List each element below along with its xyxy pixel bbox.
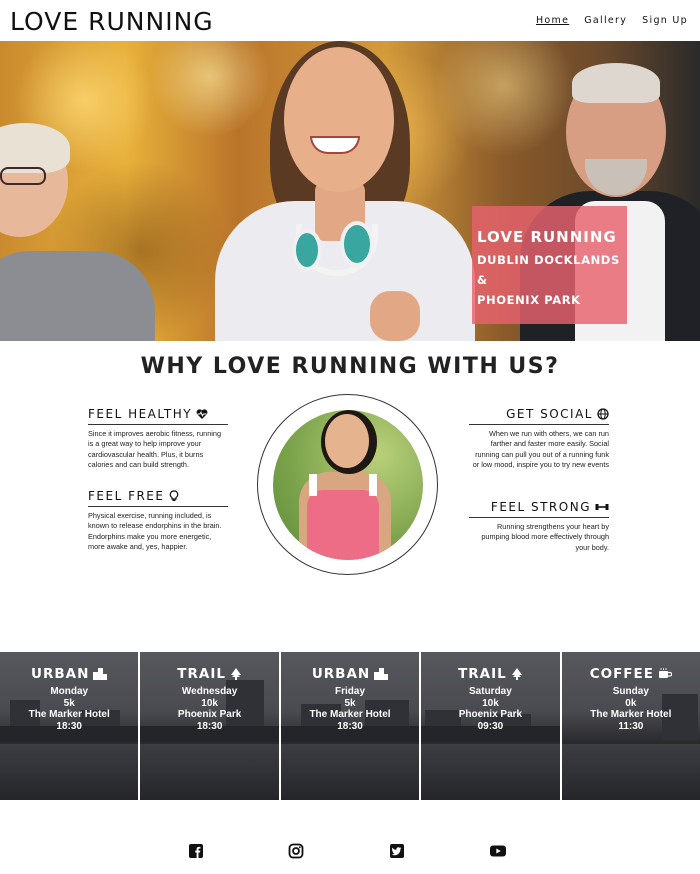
run-time: 11:30 — [618, 720, 644, 732]
facebook-icon[interactable] — [187, 842, 205, 860]
feature-text: Since it improves aerobic fitness, runni… — [88, 429, 222, 470]
nav-home-link[interactable]: Home — [536, 15, 569, 26]
headphone-cup-left — [292, 229, 322, 271]
tree-icon — [230, 668, 241, 680]
run-type: TRAIL — [140, 666, 278, 682]
run-distance: 0k — [625, 697, 637, 709]
site-header: LOVE RUNNING Home Gallery Sign Up — [0, 0, 700, 41]
run-distance: 5k — [344, 697, 356, 709]
site-logo[interactable]: LOVE RUNNING — [10, 7, 214, 36]
run-type: TRAIL — [421, 666, 559, 682]
lightbulb-icon — [170, 490, 179, 501]
schedule-card-sunday[interactable]: COFFEE Sunday 0k The Marker Hotel 11:30 — [561, 652, 700, 800]
run-location: The Marker Hotel — [590, 709, 672, 720]
run-day: Wednesday — [181, 686, 238, 697]
run-distance: 10k — [482, 697, 499, 709]
schedule-card-text: TRAIL Saturday 10k Phoenix Park 09:30 — [421, 666, 559, 732]
city-icon — [374, 668, 389, 680]
run-day: Friday — [335, 686, 366, 697]
feature-title-text: FEEL HEALTHY — [88, 407, 193, 421]
run-distance: 5k — [63, 697, 75, 709]
feature-feel-strong: FEEL STRONG Running strengthens your hea… — [469, 500, 609, 553]
run-type: URBAN — [0, 666, 138, 682]
hero-runner-left-glasses — [0, 167, 46, 185]
run-time: 09:30 — [477, 720, 504, 732]
runner-photo-top — [307, 490, 379, 560]
hero-badge-line2: PHOENIX PARK — [477, 293, 581, 307]
youtube-icon[interactable] — [489, 842, 507, 860]
tree-icon — [511, 668, 522, 680]
hero-badge-subtitle: DUBLIN DOCKLANDS & PHOENIX PARK — [477, 250, 621, 310]
run-day: Sunday — [612, 686, 649, 697]
runner-photo — [273, 410, 423, 560]
main-nav: Home Gallery Sign Up — [536, 15, 688, 26]
run-type-label: URBAN — [31, 666, 90, 682]
hero-runner-left — [0, 251, 155, 341]
schedule-card-text: URBAN Monday 5k The Marker Hotel 18:30 — [0, 666, 138, 732]
run-time: 18:30 — [196, 720, 223, 732]
run-type-label: URBAN — [311, 666, 371, 682]
runner-photo-face — [325, 414, 369, 468]
heartbeat-icon — [196, 409, 208, 419]
hero-image: LOVE RUNNING DUBLIN DOCKLANDS & PHOENIX … — [0, 41, 700, 341]
feature-title: GET SOCIAL — [469, 407, 609, 425]
run-location: Phoenix Park — [177, 709, 242, 720]
run-day: Monday — [50, 686, 89, 697]
nav-signup-link[interactable]: Sign Up — [642, 15, 688, 26]
feature-title: FEEL STRONG — [469, 500, 609, 518]
headphone-cup-right — [340, 221, 374, 267]
run-location: The Marker Hotel — [28, 709, 110, 720]
runner-photo-strap — [309, 474, 317, 496]
hero-runner-center-hand — [370, 291, 420, 341]
run-location: Phoenix Park — [458, 709, 523, 720]
hero-badge-title: LOVE RUNNING — [477, 228, 617, 246]
run-day: Saturday — [469, 686, 512, 697]
feature-get-social: GET SOCIAL When we run with others, we c… — [469, 407, 609, 471]
schedule-card-friday[interactable]: URBAN Friday 5k The Marker Hotel 18:30 — [280, 652, 420, 800]
schedule-card-wednesday[interactable]: TRAIL Wednesday 10k Phoenix Park 18:30 — [140, 652, 279, 800]
run-time: 18:30 — [56, 720, 82, 732]
feature-text: When we run with others, we can run fart… — [472, 429, 609, 470]
feature-title-text: FEEL FREE — [88, 489, 165, 503]
feature-title: FEEL HEALTHY — [88, 407, 228, 425]
feature-feel-healthy: FEEL HEALTHY Since it improves aerobic f… — [88, 407, 228, 471]
city-icon — [93, 668, 108, 680]
twitter-icon[interactable] — [388, 842, 406, 860]
feature-title-text: GET SOCIAL — [506, 407, 593, 421]
run-location: The Marker Hotel — [309, 709, 391, 720]
why-section-title: WHY LOVE RUNNING WITH US? — [140, 354, 560, 379]
feature-feel-free: FEEL FREE Physical exercise, running inc… — [88, 489, 228, 553]
hero-runner-right-hair — [572, 63, 660, 103]
site-footer — [0, 836, 700, 866]
run-type-label: TRAIL — [458, 666, 507, 682]
hero-badge-line1: DUBLIN DOCKLANDS & — [477, 253, 620, 287]
dumbbell-icon — [595, 504, 609, 510]
feature-title-text: FEEL STRONG — [490, 500, 591, 514]
run-distance: 10k — [201, 697, 218, 709]
schedule-card-text: TRAIL Wednesday 10k Phoenix Park 18:30 — [140, 666, 278, 732]
nav-gallery-link[interactable]: Gallery — [584, 15, 627, 26]
runner-photo-strap — [369, 474, 377, 496]
feature-title: FEEL FREE — [88, 489, 228, 507]
coffee-icon — [658, 668, 672, 678]
run-type: URBAN — [281, 666, 419, 682]
instagram-icon[interactable] — [287, 842, 305, 860]
hero-runner-center-head — [284, 47, 394, 192]
run-time: 18:30 — [337, 720, 363, 732]
hero-badge: LOVE RUNNING DUBLIN DOCKLANDS & PHOENIX … — [472, 206, 627, 324]
run-type-label: COFFEE — [589, 666, 654, 682]
feature-text: Running strengthens your heart by pumpin… — [481, 522, 609, 552]
run-type-label: TRAIL — [177, 666, 226, 682]
globe-icon — [597, 408, 609, 420]
feature-text: Physical exercise, running included, is … — [88, 511, 222, 552]
run-type: COFFEE — [562, 666, 700, 682]
schedule-card-monday[interactable]: URBAN Monday 5k The Marker Hotel 18:30 — [0, 652, 139, 800]
schedule-card-text: COFFEE Sunday 0k The Marker Hotel 11:30 — [562, 666, 700, 732]
run-schedule: URBAN Monday 5k The Marker Hotel 18:30 T… — [0, 652, 700, 800]
schedule-card-saturday[interactable]: TRAIL Saturday 10k Phoenix Park 09:30 — [421, 652, 560, 800]
schedule-card-text: URBAN Friday 5k The Marker Hotel 18:30 — [281, 666, 419, 732]
